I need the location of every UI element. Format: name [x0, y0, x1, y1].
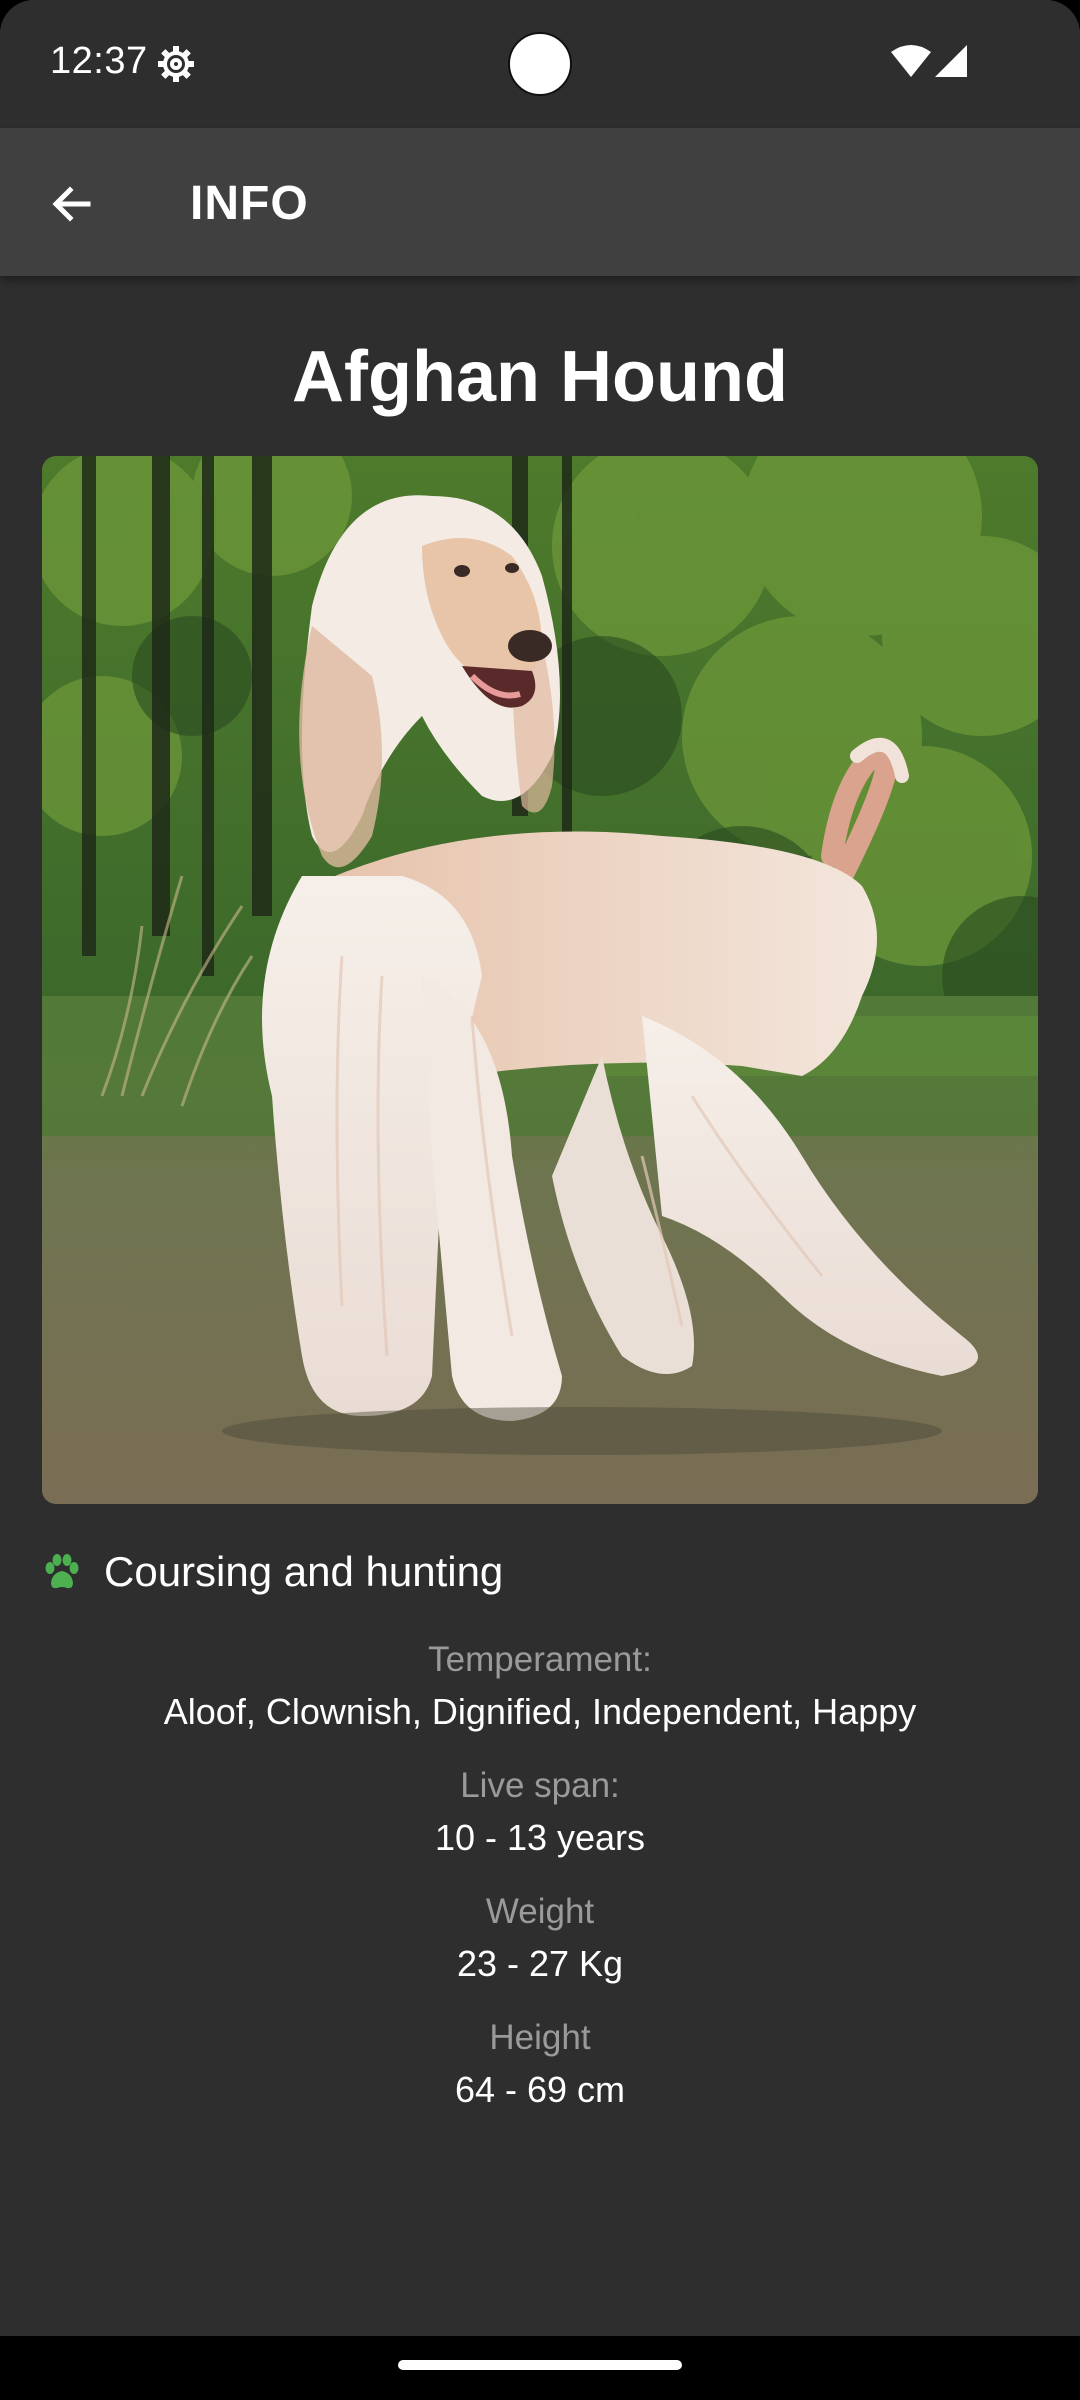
weight-section: Weight 23 - 27 Kg [0, 1886, 1080, 1990]
lifespan-label: Live span: [460, 1766, 620, 1805]
back-button[interactable] [30, 162, 114, 246]
breed-name: Afghan Hound [292, 337, 788, 417]
weight-value: 23 - 27 Kg [456, 1943, 624, 1984]
arrow-back-icon [52, 186, 91, 222]
lifespan-value: 10 - 13 years [434, 1817, 646, 1858]
lifespan-section: Live span: 10 - 13 years [0, 1760, 1080, 1864]
system-navigation-bar [0, 2336, 1080, 2400]
breed-group-row: Coursing and hunting [42, 1544, 503, 1600]
breed-group: Coursing and hunting [104, 1548, 504, 1595]
height-section: Height 64 - 69 cm [0, 2012, 1080, 2116]
app-bar-title: INFO [190, 177, 309, 230]
cell-signal-icon [934, 44, 968, 78]
breed-info-screen: 12:37 INFO Afghan Hound Coursing and hun… [0, 0, 1080, 2400]
temperament-label: Temperament: [428, 1640, 652, 1679]
weight-label: Weight [485, 1892, 595, 1931]
height-value: 64 - 69 cm [454, 2069, 626, 2110]
wifi-icon [890, 44, 932, 78]
temperament-section: Temperament: Aloof, Clownish, Dignified,… [0, 1634, 1080, 1738]
status-bar: 12:37 [0, 0, 1080, 128]
status-time: 12:37 [50, 40, 148, 82]
home-gesture-handle[interactable] [398, 2360, 682, 2370]
paw-icon [45, 1554, 79, 1589]
breed-photo [42, 456, 1038, 1504]
app-bar: INFO [0, 128, 1080, 276]
front-camera-cutout [508, 32, 572, 96]
height-label: Height [489, 2018, 591, 2057]
temperament-value: Aloof, Clownish, Dignified, Independent,… [163, 1691, 917, 1732]
settings-gear-icon [156, 44, 196, 84]
